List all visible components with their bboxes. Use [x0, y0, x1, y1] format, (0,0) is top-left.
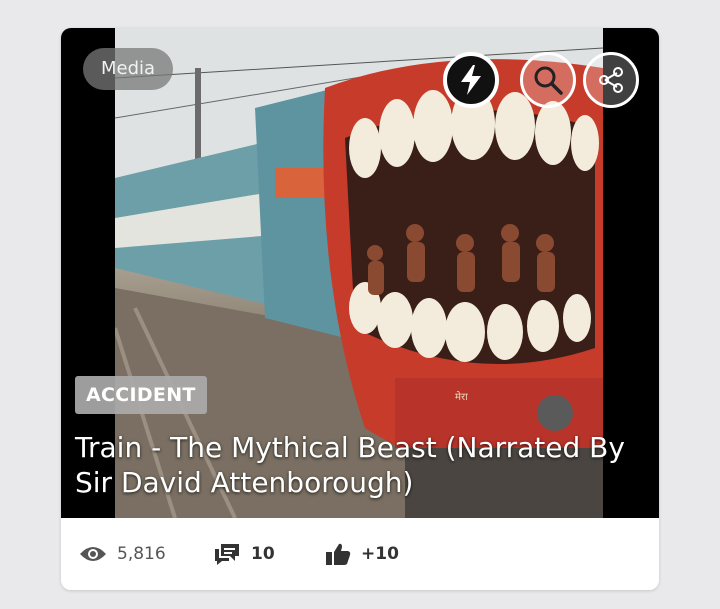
comments-icon [215, 544, 239, 565]
search-button[interactable] [520, 52, 576, 108]
media-thumbnail[interactable]: मेरा Media ACCIDENT Train - The Mythical… [61, 28, 659, 518]
bolt-button[interactable] [443, 52, 499, 108]
views-stat: 5,816 [79, 518, 166, 590]
image-text: मेरा [455, 391, 468, 403]
post-card[interactable]: मेरा Media ACCIDENT Train - The Mythical… [61, 28, 659, 590]
likes-stat[interactable]: +10 [325, 518, 399, 590]
stats-bar: 5,816 10 +10 [61, 518, 659, 590]
thumbs-up-icon [326, 543, 351, 565]
likes-count: +10 [361, 544, 399, 564]
comments-stat[interactable]: 10 [213, 518, 275, 590]
category-badge[interactable]: ACCIDENT [75, 376, 207, 414]
eye-icon [80, 547, 106, 561]
views-count: 5,816 [117, 544, 166, 564]
share-button[interactable] [583, 52, 639, 108]
share-icon [599, 67, 623, 93]
search-icon [534, 66, 563, 95]
lightning-bolt-icon [461, 65, 481, 95]
comments-count: 10 [251, 544, 275, 564]
media-tag[interactable]: Media [83, 48, 174, 90]
post-title[interactable]: Train - The Mythical Beast (Narrated By … [75, 430, 645, 500]
